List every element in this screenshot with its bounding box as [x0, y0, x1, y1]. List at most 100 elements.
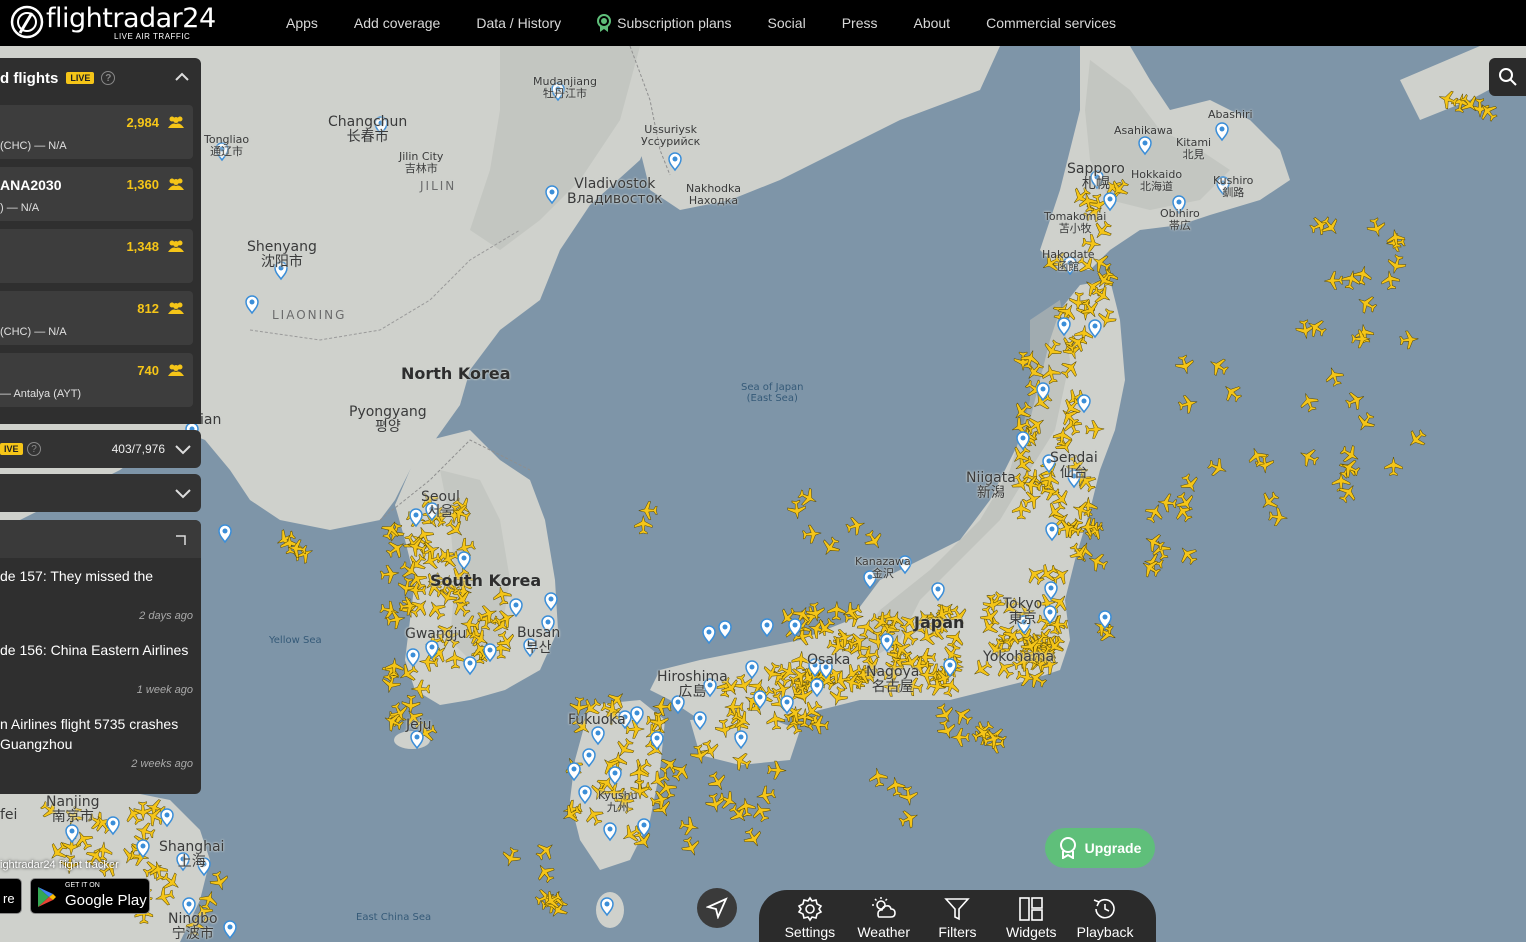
blog-item[interactable]: de 157: They missed the 2 days ago: [0, 566, 201, 632]
label-hakodate: Hakodate 函館: [1042, 248, 1095, 273]
blog-item[interactable]: de 156: China Eastern Airlines 1 week ag…: [0, 640, 201, 706]
nav-commercial-services[interactable]: Commercial services: [968, 15, 1134, 31]
nav-subscription-plans[interactable]: Subscription plans: [579, 14, 749, 32]
app-store-banner: ightradar24 flight tracker re GET IT ON …: [0, 856, 160, 942]
nav-data-history[interactable]: Data / History: [458, 15, 579, 31]
label-kanazawa: Kanazawa 金沢: [855, 555, 911, 580]
label-north-korea: North Korea: [401, 364, 511, 383]
flightradar24-logo[interactable]: flightradar24 LIVE AIR TRAFFIC: [10, 2, 216, 44]
nav-press[interactable]: Press: [824, 15, 896, 31]
search-button[interactable]: [1489, 58, 1526, 96]
google-play-icon: [38, 887, 56, 907]
label-shenyang: Shenyang 沈阳市: [247, 239, 317, 270]
bottom-toolbar: Settings Weather Filters Widgets Playbac…: [759, 890, 1156, 942]
locate-me-button[interactable]: [697, 888, 737, 928]
most-tracked-header[interactable]: d flights LIVE ?: [0, 58, 201, 98]
widgets-icon: [1019, 897, 1044, 921]
filters-button[interactable]: Filters: [925, 896, 989, 940]
blog-title: de 156: China Eastern Airlines: [0, 642, 189, 658]
google-play-badge[interactable]: GET IT ON Google Play: [30, 878, 150, 914]
google-play-label: Google Play: [65, 892, 147, 909]
label-nagoya: Nagoya 名古屋: [866, 664, 920, 695]
label-hiroshima: Hiroshima 広島: [657, 669, 728, 700]
weather-icon: [871, 897, 896, 918]
app-store-badge[interactable]: re: [0, 878, 22, 914]
blog-news-panel: de 157: They missed the 2 days ago de 15…: [0, 520, 201, 794]
label-pyongyang: Pyongyang 평양: [349, 404, 427, 435]
weather-button[interactable]: Weather: [852, 896, 916, 940]
google-play-small-label: GET IT ON: [65, 882, 100, 889]
label-kitami: Kitami 北見: [1176, 136, 1212, 161]
live-badge: IVE: [0, 443, 23, 455]
blog-title: n Airlines flight 5735 crashes: [0, 716, 179, 732]
label-nakhodka: Nakhodka Находка: [686, 182, 741, 207]
label-japan: Japan: [914, 613, 965, 632]
tracker-count: 1,348: [126, 239, 159, 254]
upgrade-label: Upgrade: [1084, 840, 1142, 856]
award-ribbon-icon: [1059, 837, 1076, 859]
tracker-count: 2,984: [126, 115, 159, 130]
label-niigata: Niigata 新潟: [966, 470, 1016, 501]
nav-add-coverage[interactable]: Add coverage: [336, 15, 458, 31]
upgrade-button[interactable]: Upgrade: [1045, 828, 1155, 868]
people-icon: [168, 364, 184, 376]
label-tongliao: Tongliao 通辽市: [204, 133, 250, 158]
people-icon: [168, 302, 184, 314]
blog-item[interactable]: n Airlines flight 5735 crashes Guangzhou…: [0, 714, 201, 784]
flight-count: 403/7,976: [111, 442, 165, 456]
playback-label: Playback: [1076, 924, 1134, 940]
blog-title: de 157: They missed the: [0, 568, 154, 584]
weather-label: Weather: [857, 924, 911, 940]
collapse-corner-icon[interactable]: [175, 534, 187, 546]
settings-label: Settings: [784, 924, 836, 940]
most-tracked-row[interactable]: 812 (CHC) — N/A: [0, 291, 193, 345]
people-icon: [168, 240, 184, 252]
label-yellow-sea: Yellow Sea: [269, 635, 322, 646]
label-obihiro: Obihiro 帯広: [1160, 207, 1200, 232]
collapsed-panel[interactable]: [0, 474, 201, 512]
label-fukuoka: Fukuoka: [568, 712, 626, 728]
label-busan: Busan 부산: [517, 625, 561, 656]
tracker-count: 740: [137, 363, 159, 378]
label-nanjing: Nanjing 南京市: [46, 794, 100, 825]
label-ningbo: Ningbo 宁波市: [168, 911, 218, 942]
help-icon[interactable]: ?: [101, 71, 116, 85]
label-seoul: Seoul 서울: [421, 489, 460, 520]
label-gwangju: Gwangju: [405, 626, 467, 642]
label-yokohama: Yokohama: [983, 649, 1055, 665]
airport-disruptions-panel[interactable]: IVE ? 403/7,976: [0, 430, 201, 468]
people-icon: [168, 178, 184, 190]
flight-route: ) — N/A: [0, 202, 40, 214]
flight-route: (CHC) — N/A: [0, 326, 67, 338]
chevron-down-icon[interactable]: [175, 442, 191, 456]
label-tomakomai: Tomakomai 苫小牧: [1044, 210, 1107, 235]
label-jilin-province: JILIN: [420, 179, 457, 193]
blog-time: 2 weeks ago: [131, 758, 193, 770]
most-tracked-row[interactable]: 740 — Antalya (AYT): [0, 353, 193, 407]
label-liaoning: LIAONING: [272, 308, 347, 322]
chevron-up-icon[interactable]: [175, 70, 189, 84]
flight-route: (CHC) — N/A: [0, 140, 67, 152]
blog-header: [0, 520, 201, 558]
label-jeju: Jeju: [406, 717, 432, 733]
logo-subtitle: LIVE AIR TRAFFIC: [114, 32, 191, 41]
most-tracked-row[interactable]: ANA2030 1,360 ) — N/A: [0, 167, 193, 221]
nav-about[interactable]: About: [895, 15, 968, 31]
playback-button[interactable]: Playback: [1073, 896, 1137, 940]
help-icon[interactable]: ?: [27, 442, 41, 456]
widgets-button[interactable]: Widgets: [999, 896, 1063, 940]
label-hokkaido: Hokkaido 北海道: [1131, 168, 1183, 193]
label-south-korea: South Korea: [430, 571, 542, 590]
settings-button[interactable]: Settings: [778, 896, 842, 940]
chevron-down-icon[interactable]: [175, 486, 191, 500]
nav-social[interactable]: Social: [750, 15, 824, 31]
label-sendai: Sendai 仙台: [1050, 450, 1098, 481]
label-tokyo: Tokyo 東京: [1003, 596, 1043, 627]
most-tracked-row[interactable]: 2,984 (CHC) — N/A: [0, 105, 193, 159]
most-tracked-row[interactable]: 1,348: [0, 229, 193, 283]
nav-apps[interactable]: Apps: [268, 15, 336, 31]
label-sea-of-japan: Sea of Japan (East Sea): [741, 382, 804, 404]
flight-map[interactable]: Changchun 长春市 Mudanjiang 牡丹江市 Tongliao 通辽市 …: [0, 0, 1526, 942]
award-ribbon-icon: [597, 14, 612, 32]
people-icon: [168, 116, 184, 128]
